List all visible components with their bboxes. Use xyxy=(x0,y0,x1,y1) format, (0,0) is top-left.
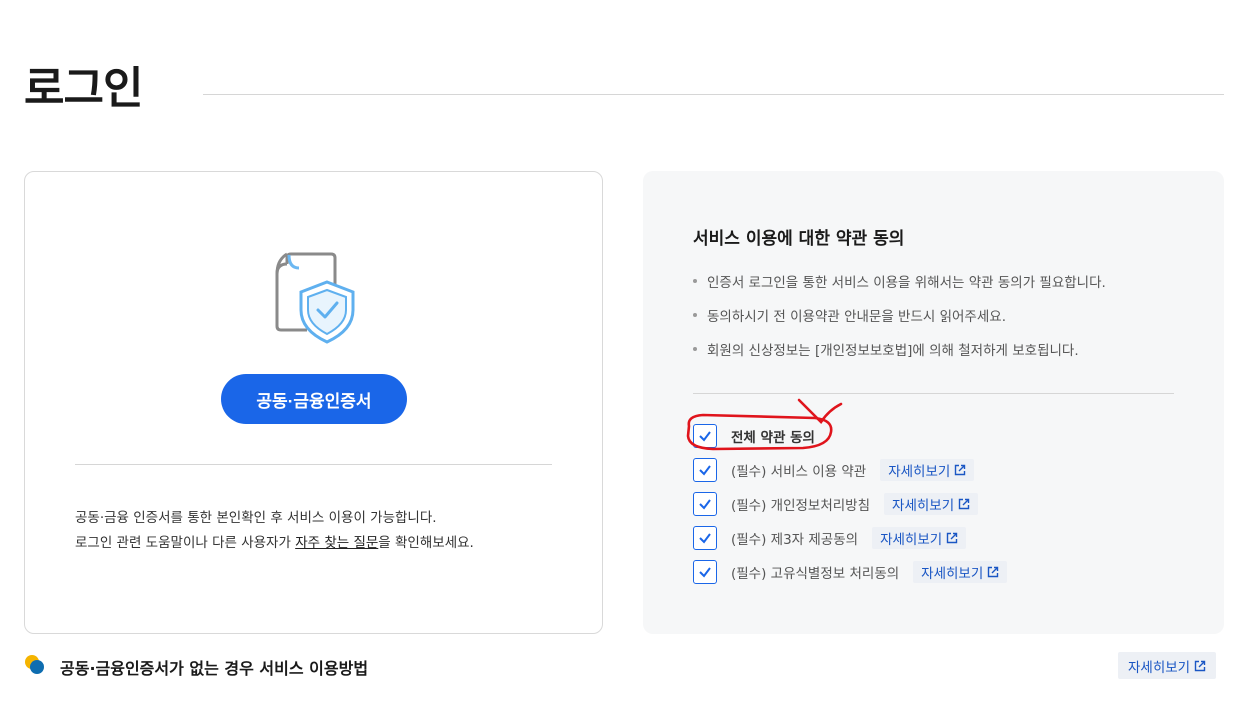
description-line-2: 로그인 관련 도움말이나 다른 사용자가 자주 찾는 질문을 확인해보세요. xyxy=(75,535,474,551)
terms-divider xyxy=(693,393,1174,394)
page-title: 로그인 xyxy=(24,63,143,114)
bullet-icon xyxy=(693,313,697,317)
agree-all-label: 전체 약관 동의 xyxy=(731,430,815,446)
check-icon xyxy=(699,431,711,442)
bullet-icon xyxy=(693,347,697,351)
terms-agreement-panel: 서비스 이용에 대한 약관 동의 인증서 로그인을 통한 서비스 이용을 위해서… xyxy=(643,171,1224,634)
certificate-login-button[interactable]: 공동·금융인증서 xyxy=(221,374,407,424)
external-link-icon xyxy=(1194,660,1206,671)
terms-title: 서비스 이용에 대한 약관 동의 xyxy=(693,229,905,249)
third-party-checkbox[interactable] xyxy=(693,526,717,550)
login-description: 공동·금융 인증서를 통한 본인확인 후 서비스 이용이 가능합니다. 로그인 … xyxy=(75,506,474,556)
bullet-icon xyxy=(693,279,697,283)
certificate-shield-icon xyxy=(275,252,355,344)
faq-link[interactable]: 자주 찾는 질문 xyxy=(295,535,378,551)
notice-item: 동의하시기 전 이용약관 안내문을 반드시 읽어주세요. xyxy=(693,305,1106,339)
agree-item-privacy-policy: (필수) 개인정보처리방침 자세히보기 xyxy=(693,492,979,516)
unique-id-label: (필수) 고유식별정보 처리동의 xyxy=(731,566,900,582)
title-divider xyxy=(203,94,1224,95)
certificate-login-card: 공동·금융인증서 공동·금융 인증서를 통한 본인확인 후 서비스 이용이 가능… xyxy=(24,171,603,634)
bullet-dot-icon xyxy=(25,655,44,674)
external-link-icon xyxy=(946,532,958,544)
agree-item-service-terms: (필수) 서비스 이용 약관 자세히보기 xyxy=(693,458,975,482)
notice-item: 인증서 로그인을 통한 서비스 이용을 위해서는 약관 동의가 필요합니다. xyxy=(693,271,1106,305)
no-certificate-detail-button[interactable]: 자세히보기 xyxy=(1118,652,1217,679)
unique-id-checkbox[interactable] xyxy=(693,560,717,584)
check-icon xyxy=(699,465,711,476)
no-certificate-guide-title: 공동·금융인증서가 없는 경우 서비스 이용방법 xyxy=(60,659,369,678)
service-terms-detail-button[interactable]: 자세히보기 xyxy=(880,459,975,481)
service-terms-label: (필수) 서비스 이용 약관 xyxy=(731,464,867,480)
notice-item: 회원의 신상정보는 [개인정보보호법]에 의해 철저하게 보호됩니다. xyxy=(693,339,1106,373)
description-line-1: 공동·금융 인증서를 통한 본인확인 후 서비스 이용이 가능합니다. xyxy=(75,510,437,526)
privacy-policy-detail-button[interactable]: 자세히보기 xyxy=(884,493,979,515)
card-divider xyxy=(75,464,552,465)
unique-id-detail-button[interactable]: 자세히보기 xyxy=(913,561,1008,583)
agree-all-row: 전체 약관 동의 xyxy=(693,424,815,448)
notice-list: 인증서 로그인을 통한 서비스 이용을 위해서는 약관 동의가 필요합니다. 동… xyxy=(693,271,1106,373)
agree-all-checkbox[interactable] xyxy=(693,424,717,448)
check-icon xyxy=(699,533,711,544)
agree-item-unique-id: (필수) 고유식별정보 처리동의 자세히보기 xyxy=(693,560,1008,584)
third-party-label: (필수) 제3자 제공동의 xyxy=(731,532,859,548)
privacy-policy-label: (필수) 개인정보처리방침 xyxy=(731,498,871,514)
external-link-icon xyxy=(988,566,999,578)
agree-item-third-party: (필수) 제3자 제공동의 자세히보기 xyxy=(693,526,967,550)
privacy-policy-checkbox[interactable] xyxy=(693,492,717,516)
check-icon xyxy=(699,567,711,578)
third-party-detail-button[interactable]: 자세히보기 xyxy=(872,527,967,549)
service-terms-checkbox[interactable] xyxy=(693,458,717,482)
external-link-icon xyxy=(955,464,966,476)
external-link-icon xyxy=(958,498,970,510)
check-icon xyxy=(699,499,711,510)
